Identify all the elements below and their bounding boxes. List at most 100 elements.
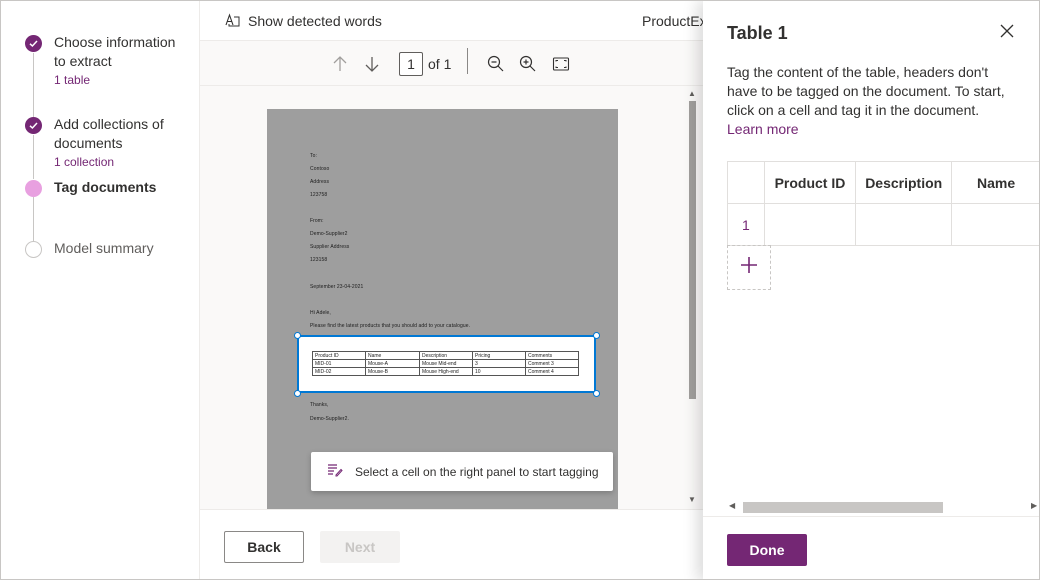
tagging-hint-text: Select a cell on the right panel to star…	[355, 464, 599, 479]
doc-text-line: 123158	[310, 257, 328, 263]
table-selection-region[interactable]: Product ID Name Description Pricing Comm…	[297, 335, 596, 393]
plus-icon	[740, 256, 758, 279]
document-table-row: MID-02 Mouse-B Mouse High-end 10 Comment…	[312, 367, 579, 376]
current-step-dot-icon	[25, 180, 42, 197]
stepper-connector	[33, 197, 34, 241]
doc-text-line: Thanks,	[310, 402, 329, 408]
doc-text-line: Supplier Address	[310, 244, 350, 250]
table-tagging-panel: Table 1 Tag the content of the table, he…	[703, 1, 1039, 579]
column-header-product-id[interactable]: Product ID	[763, 161, 857, 204]
scroll-up-icon[interactable]: ▲	[688, 89, 696, 98]
checkmark-icon	[25, 35, 42, 52]
tag-cell-name[interactable]	[951, 203, 1039, 246]
document-table-cell: 10	[472, 367, 526, 376]
document-table-cell: Mouse Mid-end	[419, 359, 473, 368]
done-button[interactable]: Done	[727, 534, 807, 566]
detected-words-icon	[224, 12, 240, 31]
document-page[interactable]: To: Contoso Address 123758 From: Demo-Su…	[267, 109, 618, 509]
document-table-header-row: Product ID Name Description Pricing Comm…	[312, 351, 579, 360]
scroll-down-icon[interactable]: ▼	[688, 495, 696, 504]
tagging-hint-toast: Select a cell on the right panel to star…	[311, 452, 613, 491]
step-title: Model summary	[54, 240, 154, 256]
selection-handle-top-right[interactable]	[593, 332, 600, 339]
doc-text-line: Address	[310, 179, 330, 185]
scrollbar-thumb[interactable]	[689, 101, 696, 399]
document-table-cell: MID-02	[312, 367, 366, 376]
document-table-header: Comments	[525, 351, 579, 360]
checkmark-icon	[25, 117, 42, 134]
zoom-in-icon[interactable]	[517, 53, 539, 75]
back-button[interactable]: Back	[224, 531, 304, 563]
tag-cell-description[interactable]	[855, 203, 953, 246]
arrow-down-icon[interactable]	[361, 53, 383, 75]
tag-table-grid: Product ID Description Name 1	[727, 161, 1039, 501]
fit-page-icon[interactable]	[550, 53, 572, 75]
document-viewer[interactable]: To: Contoso Address 123758 From: Demo-Su…	[200, 87, 703, 509]
document-area: Show detected words ProductEx 1 of 1 To:…	[200, 1, 707, 579]
step-subtitle: 1 collection	[54, 155, 115, 169]
show-detected-words-button[interactable]: Show detected words	[224, 11, 382, 31]
corner-cell	[727, 161, 765, 204]
tag-table-row: 1	[727, 203, 1039, 246]
scroll-left-icon[interactable]: ◀	[729, 501, 735, 510]
document-table-row: MID-01 Mouse-A Mouse Mid-end 3 Comment 3	[312, 359, 579, 368]
document-name: ProductEx	[642, 13, 707, 29]
document-table-header: Pricing	[472, 351, 526, 360]
selection-handle-top-left[interactable]	[294, 332, 301, 339]
doc-text-line: September 23-04-2021	[310, 284, 364, 290]
table-tag-icon	[327, 463, 343, 480]
document-table-cell: Mouse High-end	[419, 367, 473, 376]
document-table-header: Description	[419, 351, 473, 360]
scroll-right-icon[interactable]: ▶	[1031, 501, 1037, 510]
panel-description-text: Tag the content of the table, headers do…	[727, 64, 1005, 118]
page-count-label: of 1	[428, 56, 452, 72]
step-title: Choose information to extract	[54, 34, 176, 69]
learn-more-link[interactable]: Learn more	[727, 120, 799, 139]
document-table-cell: MID-01	[312, 359, 366, 368]
show-detected-words-label: Show detected words	[248, 13, 382, 29]
document-table-header: Product ID	[312, 351, 366, 360]
doc-text-line: Contoso	[310, 166, 330, 172]
row-number: 1	[727, 203, 765, 246]
doc-text-line: From:	[310, 218, 324, 224]
app-window: Choose information to extract 1 table Ad…	[0, 0, 1040, 580]
selection-handle-bottom-right[interactable]	[593, 390, 600, 397]
document-table-cell: 3	[472, 359, 526, 368]
column-header-description[interactable]: Description	[855, 161, 953, 204]
toolbar-divider	[467, 48, 468, 74]
next-button[interactable]: Next	[320, 531, 400, 563]
doc-text-line: Demo-Supplier2.	[310, 416, 350, 422]
scrollbar-thumb[interactable]	[743, 502, 943, 513]
document-table-cell: Mouse-B	[365, 367, 420, 376]
doc-text-line: Please find the latest products that you…	[310, 323, 471, 329]
stepper-connector	[33, 53, 34, 117]
panel-description: Tag the content of the table, headers do…	[727, 63, 1017, 139]
document-topbar: Show detected words ProductEx	[200, 1, 707, 41]
tag-cell-product-id[interactable]	[763, 203, 857, 246]
step-subtitle: 1 table	[54, 73, 91, 87]
stepper-connector	[33, 135, 34, 179]
document-table-cell: Comment 3	[525, 359, 579, 368]
step-title: Add collections of documents	[54, 116, 164, 151]
document-table: Product ID Name Description Pricing Comm…	[312, 351, 579, 376]
panel-title: Table 1	[727, 23, 788, 43]
doc-text-line: 123758	[310, 192, 328, 198]
viewer-scrollbar[interactable]: ▲ ▼	[687, 87, 699, 509]
add-row-button[interactable]	[727, 245, 771, 290]
arrow-up-icon[interactable]	[329, 53, 351, 75]
close-icon[interactable]	[997, 21, 1017, 41]
panel-horizontal-scrollbar[interactable]: ◀ ▶	[727, 500, 1039, 514]
document-table-cell: Comment 4	[525, 367, 579, 376]
zoom-out-icon[interactable]	[485, 53, 507, 75]
step-label: Add collections of documents 1 collectio…	[54, 115, 184, 171]
step-label: Choose information to extract 1 table	[54, 33, 184, 89]
column-header-name[interactable]: Name	[951, 161, 1039, 204]
pending-step-dot-icon	[25, 241, 42, 258]
page-number-input[interactable]: 1	[399, 52, 423, 76]
doc-text-line: Hi Adele,	[310, 310, 331, 316]
doc-text-line: Demo-Supplier2	[310, 231, 348, 237]
tag-table-header-row: Product ID Description Name	[727, 161, 1039, 204]
selection-handle-bottom-left[interactable]	[294, 390, 301, 397]
document-table-header: Name	[365, 351, 420, 360]
wizard-footer: Back Next	[200, 509, 703, 579]
